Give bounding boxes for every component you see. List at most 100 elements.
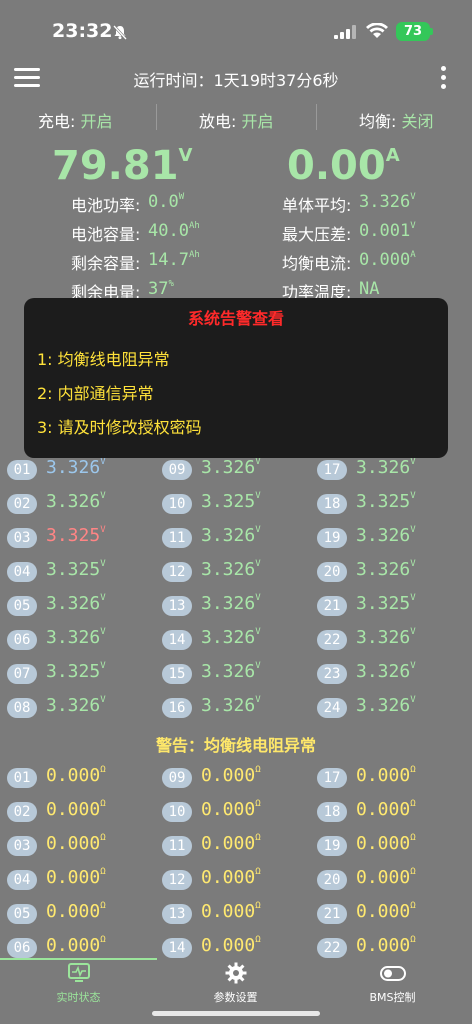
resistance-cell-value: 0.000Ω [356,867,416,888]
stat-number: 0.001 [359,221,411,241]
resistance-cell-value: 0.000Ω [356,935,416,956]
stat-number: NA [359,279,380,299]
resistance-unit: Ω [410,867,416,877]
resistance-unit: Ω [255,765,261,775]
resistance-unit: Ω [255,935,261,945]
voltage-reading: 3.326 [356,695,411,716]
voltage-cell-value: 3.326V [201,627,261,648]
resistance-reading: 0.000 [201,833,256,854]
toggle-icon [379,966,406,981]
voltage-cell-number: 18 [317,494,347,514]
resistance-cell-value: 0.000Ω [201,901,261,922]
voltage-cell-value: 3.326V [46,491,106,512]
voltage-reading: 3.326 [356,627,411,648]
resistance-cell-number: 04 [7,870,37,890]
voltage-reading: 3.325 [46,661,101,682]
total-voltage-value: 79.81 [52,143,179,189]
voltage-cell-value: 3.325V [201,491,261,512]
voltage-reading: 3.326 [201,593,256,614]
resistance-cell-value: 0.000Ω [46,867,106,888]
resistance-cell-number: 10 [162,802,192,822]
voltage-cell-value: 3.325V [46,661,106,682]
divider [316,104,317,130]
resistance-cell-value: 0.000Ω [46,799,106,820]
stat-unit: V [410,192,416,202]
resistance-unit: Ω [100,901,106,911]
voltage-cell-number: 15 [162,664,192,684]
voltage-cell-number: 11 [162,528,192,548]
resistance-cell-number: 09 [162,768,192,788]
voltage-reading: 3.326 [46,627,101,648]
voltage-unit: V [410,491,416,501]
resistance-reading: 0.000 [201,765,256,786]
voltage-reading: 3.325 [356,593,411,614]
voltage-unit: V [410,661,416,671]
alert-item: 2: 内部通信异常 [37,384,154,403]
discharge-label: 放电: [199,112,242,131]
voltage-cell-value: 3.326V [46,593,106,614]
signal-icon [334,25,356,39]
voltage-cell-number: 10 [162,494,192,514]
resistance-cell-number: 18 [317,802,347,822]
stat-label: 剩余容量: [71,254,141,273]
stat-value: 3.326V [359,192,416,212]
stat-number: 0.000 [359,250,411,270]
total-current-value: 0.00 [287,143,386,189]
stat-label: 最大压差: [282,225,352,244]
resistance-cell-number: 19 [317,836,347,856]
tab-settings-label: 参数设置 [213,991,258,1004]
resistance-cell-value: 0.000Ω [356,765,416,786]
runtime-display: 运行时间：1天19时37分6秒 [0,67,472,91]
resistance-unit: Ω [100,833,106,843]
voltage-cell-number: 04 [7,562,37,582]
resistance-cell-number: 13 [162,904,192,924]
voltage-cell-number: 12 [162,562,192,582]
resistance-cell-number: 03 [7,836,37,856]
resistance-cell-value: 0.000Ω [46,935,106,956]
voltage-reading: 3.325 [201,491,256,512]
stat-unit: A [410,250,416,260]
voltage-reading: 3.326 [356,661,411,682]
voltage-cell-number: 09 [162,460,192,480]
resistance-reading: 0.000 [46,867,101,888]
tab-bms-control-label: BMS控制 [369,991,416,1004]
stat-unit: % [168,279,174,289]
resistance-cell-number: 17 [317,768,347,788]
more-options-icon[interactable] [441,66,447,90]
charge-switch: 充电: 开启 [38,108,113,132]
resistance-cell-number: 06 [7,938,37,958]
voltage-cell-value: 3.326V [356,695,416,716]
runtime-label: 运行时间： [133,71,214,90]
stat-label: 单体平均: [282,196,352,215]
tab-settings[interactable]: 参数设置 [157,962,314,1005]
warning-banner: 警告：均衡线电阻异常 [155,736,316,755]
tab-bms-control[interactable]: BMS控制 [314,962,471,1005]
voltage-cell-value: 3.325V [356,491,416,512]
stat-value: 14.7Ah [148,250,200,270]
tab-realtime[interactable]: 实时状态 [0,962,157,1005]
voltage-unit: V [100,491,106,501]
resistance-unit: Ω [410,799,416,809]
voltage-unit: V [100,457,106,467]
stat-value: 40.0Ah [148,221,200,241]
resistance-unit: Ω [255,833,261,843]
stat-unit: V [410,221,416,231]
voltage-cell-number: 17 [317,460,347,480]
resistance-unit: Ω [100,867,106,877]
alert-item: 3: 请及时修改授权密码 [37,418,202,437]
alert-item: 1: 均衡线电阻异常 [37,350,170,369]
voltage-unit: V [100,695,106,705]
stat-value: 0.000A [359,250,416,270]
voltage-unit: V [410,525,416,535]
voltage-unit: V [255,593,261,603]
wifi-icon [366,23,388,38]
voltage-cell-value: 3.325V [356,593,416,614]
stat-value: 37% [148,279,174,299]
resistance-unit: Ω [255,901,261,911]
resistance-unit: Ω [255,799,261,809]
system-alert-dialog[interactable]: 系统告警查看 1: 均衡线电阻异常 2: 内部通信异常 3: 请及时修改授权密码 [24,298,448,458]
voltage-unit: V [100,525,106,535]
voltage-reading: 3.326 [201,627,256,648]
stat-label: 电池容量: [71,225,141,244]
voltage-unit: V [410,559,416,569]
